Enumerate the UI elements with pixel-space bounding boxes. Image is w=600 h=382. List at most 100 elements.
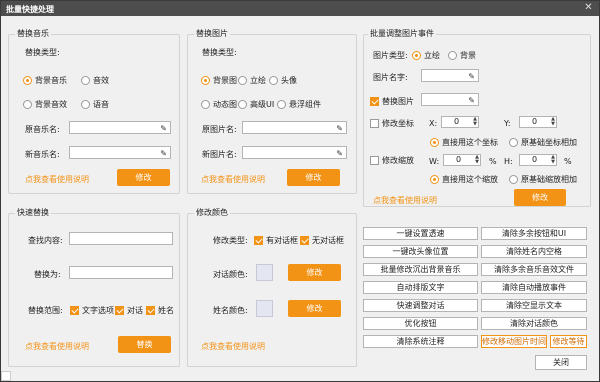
btn-avatar-position[interactable]: 一键改头像位置 bbox=[363, 245, 478, 258]
find-input[interactable] bbox=[69, 232, 173, 245]
music-help-link[interactable]: 点我查看使用说明 bbox=[25, 174, 89, 185]
check-label: 对话 bbox=[127, 306, 143, 315]
radio-bgm[interactable]: 背景音乐 bbox=[23, 75, 67, 86]
pencil-icon[interactable]: ✎ bbox=[336, 148, 343, 159]
w-percent: % bbox=[489, 157, 497, 166]
with-dialog-check[interactable]: 有对话框 bbox=[254, 235, 298, 246]
radio-label: 原基础坐标相加 bbox=[521, 138, 577, 147]
check-label: 文字选项 bbox=[82, 306, 114, 315]
pencil-icon[interactable]: ✎ bbox=[160, 123, 167, 134]
radio-bg[interactable]: 背景图 bbox=[201, 75, 237, 86]
radio-label: 立绘 bbox=[250, 76, 266, 85]
range-name[interactable]: 姓名 bbox=[146, 305, 174, 316]
radio-float[interactable]: 悬浮组件 bbox=[277, 99, 321, 110]
radio-standing[interactable]: 立绘 bbox=[238, 75, 266, 86]
check-label: 修改缩放 bbox=[382, 156, 414, 165]
w-spinbox[interactable]: 0 ▲ ▼ bbox=[443, 154, 481, 166]
quick-group-title: 快速替换 bbox=[15, 207, 51, 218]
music-modify-button[interactable]: 修改 bbox=[117, 169, 170, 186]
music-group-title: 替换音乐 bbox=[15, 28, 51, 39]
pencil-icon[interactable]: ✎ bbox=[336, 123, 343, 134]
batch-window: 批量快捷处理 ✕ 替换音乐 替换类型: 背景音乐 音效 背景音效 语音 原音乐名… bbox=[0, 0, 600, 382]
title-bar: 批量快捷处理 ✕ bbox=[1, 1, 599, 16]
quick-replace-button[interactable]: 替换 bbox=[118, 336, 171, 353]
image-modify-button[interactable]: 修改 bbox=[287, 169, 340, 186]
old-image-input[interactable]: ✎ bbox=[242, 121, 347, 134]
range-label: 替换范围: bbox=[28, 306, 63, 315]
replace-image-input[interactable]: ✎ bbox=[421, 93, 479, 106]
modify-scale-check[interactable]: 修改缩放 bbox=[370, 155, 414, 166]
spin-arrows-icon[interactable]: ▲ ▼ bbox=[551, 117, 555, 127]
btn-clear-audio-files[interactable]: 清除多余音乐音效文件 bbox=[481, 263, 587, 276]
btn-clear-autoplay[interactable]: 清除自动播放事件 bbox=[481, 281, 587, 294]
btn-move-image-time[interactable]: 修改移动图片时间 bbox=[481, 335, 547, 348]
range-dialog[interactable]: 对话 bbox=[115, 305, 143, 316]
checkbox bbox=[115, 306, 124, 315]
pencil-icon[interactable]: ✎ bbox=[160, 148, 167, 159]
pencil-icon[interactable]: ✎ bbox=[468, 95, 475, 106]
btn-clear-ui[interactable]: 清除多余按钮和UI bbox=[481, 227, 587, 240]
range-text-option[interactable]: 文字选项 bbox=[70, 305, 114, 316]
radio-coord-add[interactable]: 原基础坐标相加 bbox=[509, 137, 577, 148]
new-image-input[interactable]: ✎ bbox=[242, 146, 347, 159]
name-color-label: 姓名颜色: bbox=[213, 306, 248, 315]
btn-auto-layout[interactable]: 自动排版文字 bbox=[363, 281, 478, 294]
btn-clear-comments[interactable]: 清除系统注释 bbox=[363, 335, 478, 348]
btn-set-transparent[interactable]: 一键设置透速 bbox=[363, 227, 478, 240]
btn-clear-dialog-color[interactable]: 清除对话颜色 bbox=[481, 317, 587, 330]
radio-event-standing[interactable]: 立绘 bbox=[412, 50, 440, 61]
replace-with-input[interactable] bbox=[69, 266, 173, 279]
event-name-input[interactable]: ✎ bbox=[421, 69, 479, 82]
spin-arrows-icon[interactable]: ▲ ▼ bbox=[475, 155, 479, 165]
radio-se[interactable]: 音效 bbox=[81, 75, 109, 86]
btn-quick-dialog[interactable]: 快速调整对话 bbox=[363, 299, 478, 312]
dialog-color-label: 对话颜色: bbox=[213, 270, 248, 279]
spin-arrows-icon[interactable]: ▲ ▼ bbox=[551, 155, 555, 165]
radio-anim[interactable]: 动态图 bbox=[201, 99, 237, 110]
btn-modify-wait[interactable]: 修改等待 bbox=[550, 335, 587, 348]
name-color-swatch[interactable] bbox=[256, 300, 273, 317]
checkbox bbox=[370, 156, 379, 165]
radio-avatar[interactable]: 头像 bbox=[269, 75, 297, 86]
h-value: 0 bbox=[532, 155, 538, 164]
color-help-link[interactable]: 点我查看使用说明 bbox=[201, 341, 265, 352]
radio-scale-add[interactable]: 原基础缩放相加 bbox=[509, 174, 577, 185]
h-spinbox[interactable]: 0 ▲ ▼ bbox=[519, 154, 557, 166]
radio-scale-direct[interactable]: 直接用这个缩放 bbox=[430, 174, 498, 185]
close-button[interactable]: 关闭 bbox=[535, 355, 587, 370]
btn-clear-empty-text[interactable]: 清除空显示文本 bbox=[481, 299, 587, 312]
new-image-label: 新图片名: bbox=[202, 150, 237, 159]
w-label: W: bbox=[429, 157, 440, 166]
radio-dot bbox=[277, 100, 286, 109]
radio-bgs[interactable]: 背景音效 bbox=[23, 99, 67, 110]
radio-label: 动态图 bbox=[213, 100, 237, 109]
close-icon[interactable]: ✕ bbox=[582, 2, 595, 15]
x-spinbox[interactable]: 0 ▲ ▼ bbox=[441, 116, 479, 128]
radio-voice[interactable]: 语音 bbox=[81, 99, 109, 110]
image-help-link[interactable]: 点我查看使用说明 bbox=[201, 174, 265, 185]
old-music-input[interactable]: ✎ bbox=[69, 121, 171, 134]
new-music-input[interactable]: ✎ bbox=[69, 146, 171, 159]
spin-arrows-icon[interactable]: ▲ ▼ bbox=[473, 117, 477, 127]
radio-label: 头像 bbox=[281, 76, 297, 85]
pencil-icon[interactable]: ✎ bbox=[468, 71, 475, 82]
radio-label: 原基础缩放相加 bbox=[521, 175, 577, 184]
resize-grip bbox=[1, 371, 11, 381]
check-label: 修改坐标 bbox=[382, 119, 414, 128]
event-modify-button[interactable]: 修改 bbox=[514, 189, 566, 206]
modify-coord-check[interactable]: 修改坐标 bbox=[370, 118, 414, 129]
without-dialog-check[interactable]: 无对话框 bbox=[300, 235, 344, 246]
y-spinbox[interactable]: 0 ▲ ▼ bbox=[519, 116, 557, 128]
btn-batch-bgm[interactable]: 批量修改沉出背景音乐 bbox=[363, 263, 478, 276]
radio-advui[interactable]: 高级UI bbox=[238, 99, 274, 110]
replace-image-check[interactable]: 替换图片 bbox=[370, 96, 414, 107]
radio-coord-direct[interactable]: 直接用这个坐标 bbox=[430, 137, 498, 148]
dialog-color-swatch[interactable] bbox=[256, 264, 273, 281]
btn-clear-name-space[interactable]: 清除姓名内空格 bbox=[481, 245, 587, 258]
quick-help-link[interactable]: 点我查看使用说明 bbox=[25, 341, 89, 352]
btn-optimize-button[interactable]: 优化按钮 bbox=[363, 317, 478, 330]
event-help-link[interactable]: 点我查看使用说明 bbox=[373, 195, 437, 206]
dialog-color-modify-button[interactable]: 修改 bbox=[288, 264, 341, 281]
radio-event-bg[interactable]: 背景 bbox=[448, 50, 476, 61]
name-color-modify-button[interactable]: 修改 bbox=[288, 300, 341, 317]
